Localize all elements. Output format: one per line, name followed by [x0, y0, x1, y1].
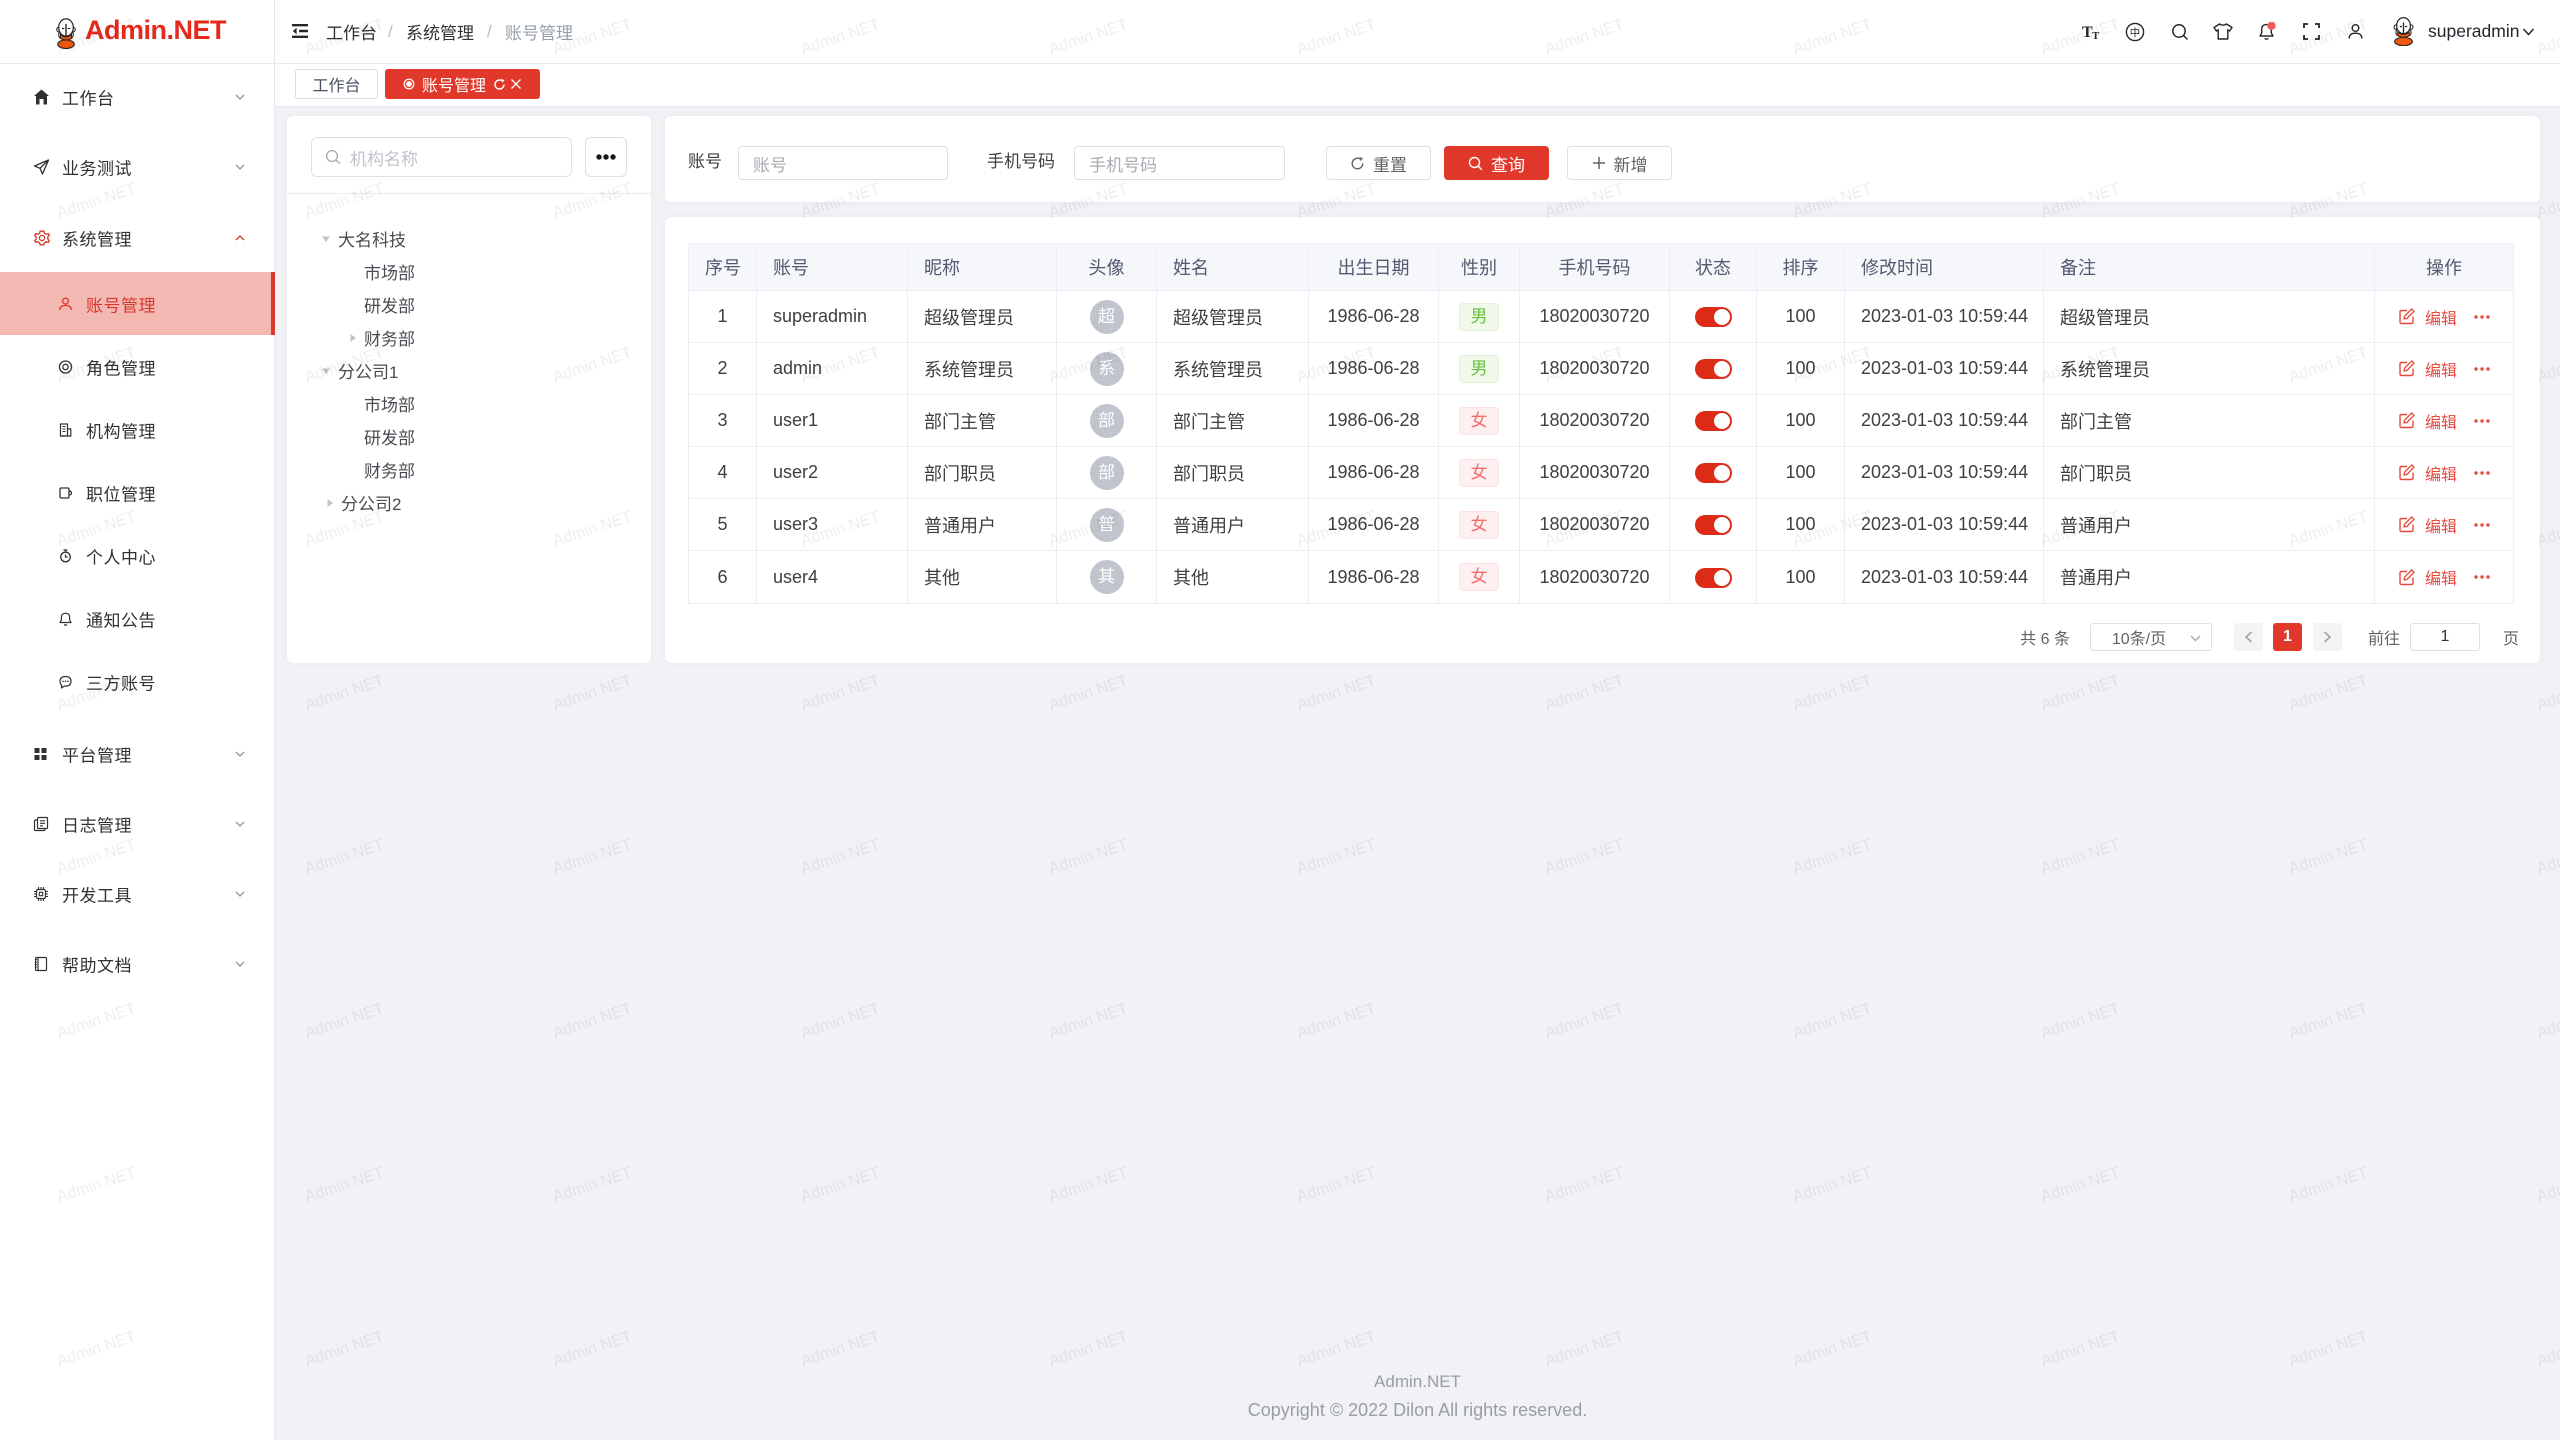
svg-text:T: T: [2092, 30, 2100, 40]
svg-text:中: 中: [2130, 25, 2141, 38]
